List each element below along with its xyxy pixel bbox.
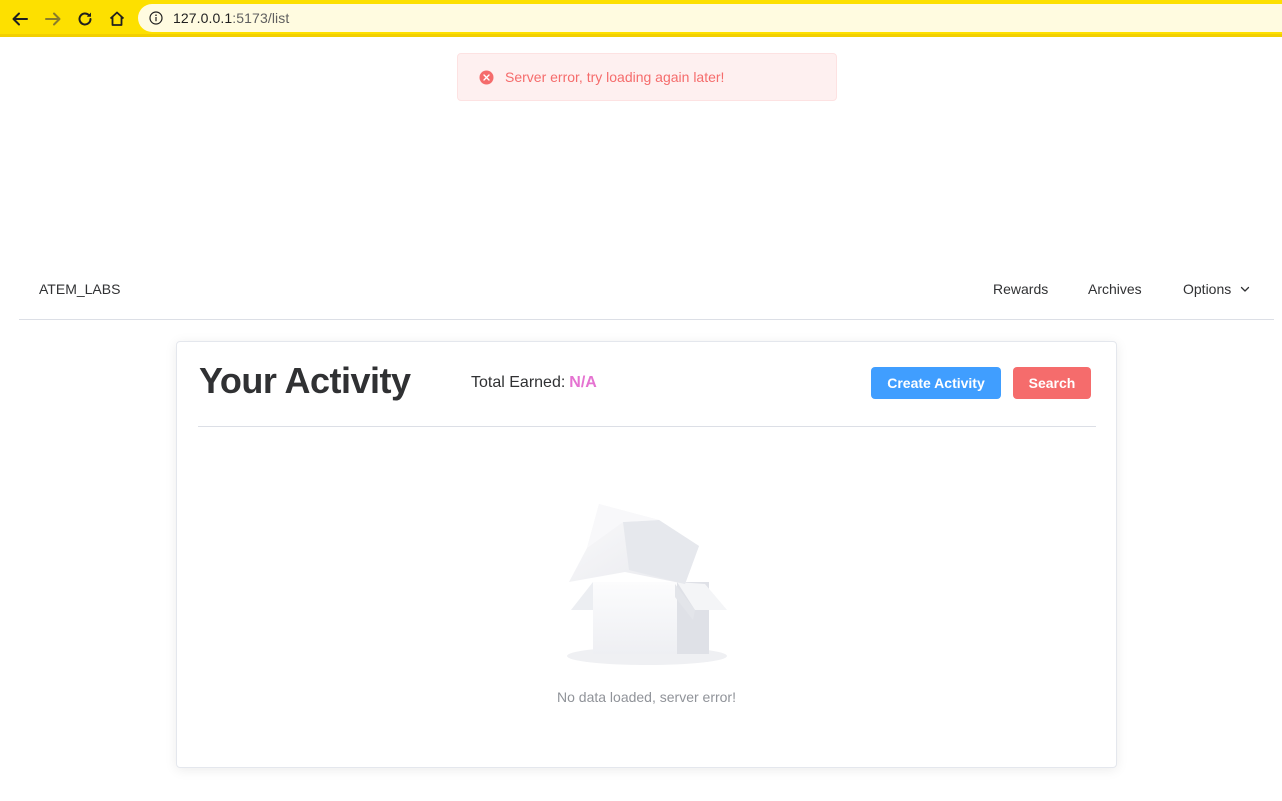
brand-logo[interactable]: ATEM_LABS xyxy=(39,281,120,297)
url-text: 127.0.0.1:5173/list xyxy=(173,10,289,26)
url-path: :5173/list xyxy=(232,10,290,26)
toast-message: Server error, try loading again later! xyxy=(505,69,725,85)
activity-card: Your Activity Total Earned: N/A Create Ac… xyxy=(176,341,1117,768)
empty-state-text: No data loaded, server error! xyxy=(557,689,736,705)
total-earned-value: N/A xyxy=(569,374,597,391)
nav-item-archives[interactable]: Archives xyxy=(1088,281,1142,297)
nav-item-options[interactable]: Options xyxy=(1183,281,1250,297)
total-earned-label: Total Earned: xyxy=(471,374,566,391)
nav-item-rewards[interactable]: Rewards xyxy=(993,281,1048,297)
back-arrow-icon[interactable] xyxy=(7,6,33,32)
create-activity-button[interactable]: Create Activity xyxy=(871,367,1001,399)
info-icon[interactable] xyxy=(148,10,164,26)
total-earned: Total Earned: N/A xyxy=(471,374,597,392)
forward-arrow-icon[interactable] xyxy=(40,6,66,32)
nav-item-options-label: Options xyxy=(1183,281,1232,297)
url-host: 127.0.0.1 xyxy=(173,10,233,26)
search-button[interactable]: Search xyxy=(1013,367,1091,399)
reload-icon[interactable] xyxy=(72,6,98,32)
error-circle-icon xyxy=(479,70,494,85)
chevron-down-icon xyxy=(1240,284,1250,294)
page-title: Your Activity xyxy=(199,360,411,401)
address-bar[interactable]: 127.0.0.1:5173/list xyxy=(138,4,1282,32)
error-toast: Server error, try loading again later! xyxy=(457,53,837,101)
home-icon[interactable] xyxy=(104,6,130,32)
browser-toolbar: 127.0.0.1:5173/list xyxy=(0,0,1282,37)
top-navbar: ATEM_LABS Rewards Archives Options xyxy=(19,260,1274,320)
card-divider xyxy=(198,426,1096,427)
empty-box-icon xyxy=(567,504,727,665)
